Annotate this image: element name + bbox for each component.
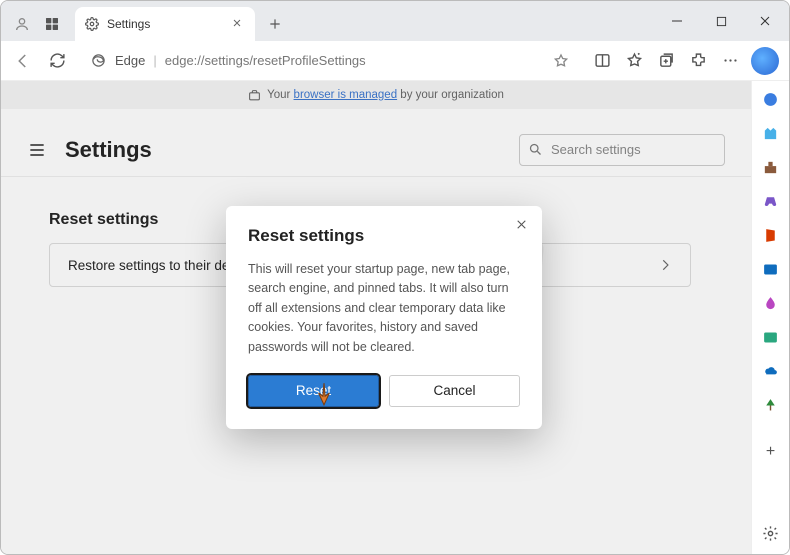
edge-sidebar: + [751, 81, 789, 554]
maximize-button[interactable] [699, 1, 743, 41]
toolbar: Edge | edge://settings/resetProfileSetti… [1, 41, 789, 81]
sidebar-drop-icon[interactable] [762, 295, 780, 313]
address-bar[interactable]: Edge | edge://settings/resetProfileSetti… [79, 46, 581, 76]
profile-icon[interactable] [13, 15, 31, 33]
favorite-star-icon[interactable] [553, 53, 569, 69]
dialog-close-icon[interactable] [515, 218, 528, 231]
tab-title: Settings [107, 17, 150, 31]
dialog-title: Reset settings [248, 226, 520, 246]
tab-close-icon[interactable] [231, 17, 245, 31]
toolbar-right-icons [591, 47, 779, 75]
back-button[interactable] [11, 49, 35, 73]
address-browser-label: Edge [115, 53, 145, 68]
sidebar-outlook-icon[interactable] [762, 261, 780, 279]
dialog-buttons: Reset Cancel [248, 375, 520, 407]
workspaces-icon[interactable] [43, 15, 61, 33]
titlebar: Settings [1, 1, 789, 41]
sidebar-image-icon[interactable] [762, 329, 780, 347]
refresh-button[interactable] [45, 49, 69, 73]
dialog-body: This will reset your startup page, new t… [248, 260, 520, 357]
sidebar-add-icon[interactable]: + [766, 443, 775, 461]
address-url: edge://settings/resetProfileSettings [165, 53, 366, 68]
sidebar-onedrive-icon[interactable] [762, 363, 780, 381]
cancel-button[interactable]: Cancel [389, 375, 520, 407]
address-separator: | [153, 53, 156, 68]
browser-tab[interactable]: Settings [75, 7, 255, 41]
window-controls [655, 1, 787, 41]
sidebar-chat-icon[interactable] [762, 91, 780, 109]
reset-settings-dialog: Reset settings This will reset your star… [226, 206, 542, 429]
sidebar-tools-icon[interactable] [762, 159, 780, 177]
titlebar-left-icons [1, 15, 71, 41]
new-tab-button[interactable] [261, 10, 289, 38]
favorites-icon[interactable] [623, 50, 645, 72]
extensions-icon[interactable] [687, 50, 709, 72]
minimize-button[interactable] [655, 1, 699, 41]
sidebar-m365-icon[interactable] [762, 227, 780, 245]
sidebar-games-icon[interactable] [762, 193, 780, 211]
close-window-button[interactable] [743, 1, 787, 41]
sidebar-tree-icon[interactable] [762, 397, 780, 415]
collections-icon[interactable] [655, 50, 677, 72]
sidebar-shopping-icon[interactable] [762, 125, 780, 143]
gear-icon [85, 17, 99, 31]
sidebar-settings-icon[interactable] [762, 525, 779, 542]
edge-icon [91, 53, 107, 69]
copilot-icon[interactable] [751, 47, 779, 75]
browser-window: Settings Edge | edge://settings/resetPro… [0, 0, 790, 555]
cursor-indicator [311, 381, 337, 407]
menu-dots-icon[interactable] [719, 50, 741, 72]
split-screen-icon[interactable] [591, 50, 613, 72]
